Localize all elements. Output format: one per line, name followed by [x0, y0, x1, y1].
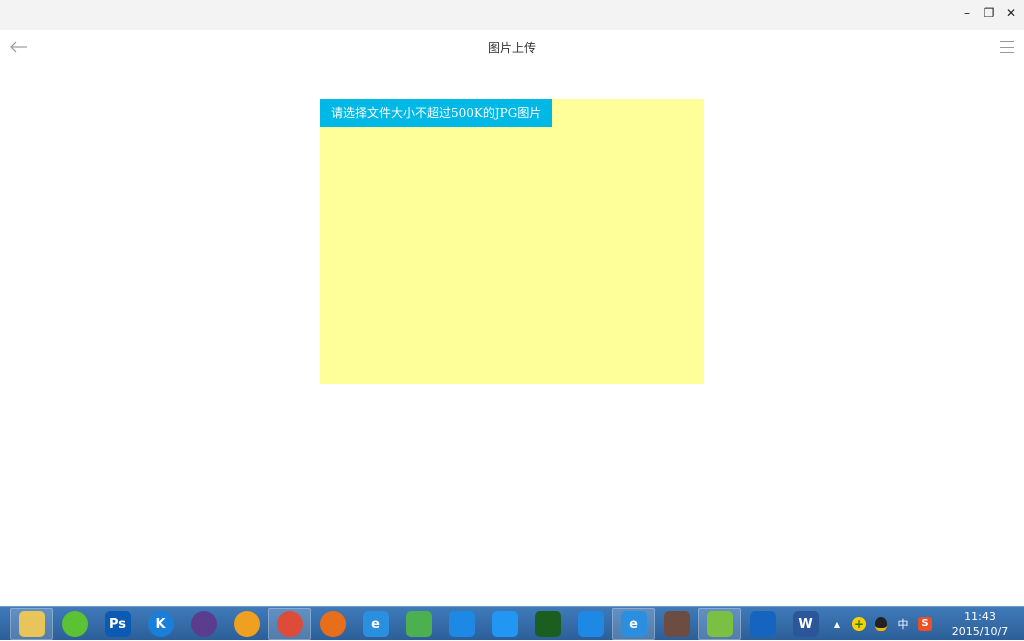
internet-explorer-icon: e — [362, 611, 389, 637]
taskbar-item[interactable]: K — [139, 608, 182, 640]
remote-desktop-icon — [749, 611, 776, 637]
app-gear-icon — [663, 611, 690, 637]
qq-icon[interactable] — [870, 614, 892, 634]
eclipse-icon — [190, 611, 217, 637]
taskbar-item[interactable]: e — [354, 608, 397, 640]
taskbar-item[interactable] — [311, 608, 354, 640]
file-explorer-icon — [18, 611, 45, 637]
taskbar: Ps Ke e W ▲ + 中 S 11:43 2015/10/7 — [0, 606, 1024, 640]
app-header: 图片上传 — [0, 30, 1024, 64]
taskbar-item[interactable] — [10, 608, 53, 640]
taskbar-item[interactable] — [53, 608, 96, 640]
photoshop-icon: Ps — [104, 611, 131, 637]
app-green-leaf-icon — [61, 611, 88, 637]
cloud-icon — [448, 611, 475, 637]
upload-area[interactable]: 请选择文件大小不超过500K的JPG图片 — [320, 99, 704, 384]
eye-app-icon — [534, 611, 561, 637]
taskbar-item[interactable] — [268, 608, 311, 640]
window-controls: – ❐ ✕ — [960, 6, 1018, 20]
taskbar-item[interactable] — [569, 608, 612, 640]
window-titlebar: – ❐ ✕ — [0, 0, 1024, 30]
chrome-icon — [276, 611, 303, 637]
close-button[interactable]: ✕ — [1004, 6, 1018, 20]
select-file-button[interactable]: 请选择文件大小不超过500K的JPG图片 — [320, 99, 553, 127]
baidu-cloud-icon — [491, 611, 518, 637]
tray-expand-icon[interactable]: ▲ — [826, 614, 848, 634]
taskbar-app-list: Ps Ke e W — [10, 608, 827, 640]
input-method-indicator[interactable]: 中 — [892, 614, 914, 634]
app-green-arrows-icon — [405, 611, 432, 637]
taskbar-item[interactable]: e — [612, 608, 655, 640]
taskbar-item[interactable]: Ps — [96, 608, 139, 640]
hamburger-menu-icon[interactable] — [1000, 40, 1014, 54]
taskbar-item[interactable] — [225, 608, 268, 640]
page-title: 图片上传 — [487, 41, 536, 55]
minimize-button[interactable]: – — [960, 6, 974, 20]
taskbar-item[interactable] — [483, 608, 526, 640]
sogou-input-icon[interactable]: S — [914, 614, 936, 634]
taskbar-item[interactable]: W — [784, 608, 827, 640]
taskbar-item[interactable] — [526, 608, 569, 640]
kugou-icon: K — [147, 611, 174, 637]
internet-explorer-2-icon: e — [620, 611, 647, 637]
clock-date: 2015/10/7 — [951, 625, 1009, 638]
taskbar-item[interactable] — [655, 608, 698, 640]
main-content: 请选择文件大小不超过500K的JPG图片 — [0, 64, 1024, 606]
firefox-icon — [319, 611, 346, 637]
taskbar-item[interactable] — [397, 608, 440, 640]
word-icon: W — [792, 611, 819, 637]
clock-time: 11:43 — [964, 610, 996, 623]
tray-app-plus-icon[interactable]: + — [848, 614, 870, 634]
taskbar-item[interactable] — [741, 608, 784, 640]
taskbar-item[interactable] — [698, 608, 741, 640]
taskbar-item[interactable] — [440, 608, 483, 640]
system-clock[interactable]: 11:43 2015/10/7 — [936, 609, 1024, 639]
taskbar-item[interactable] — [182, 608, 225, 640]
pen-app-icon — [577, 611, 604, 637]
system-tray: ▲ + 中 S 11:43 2015/10/7 — [826, 607, 1024, 641]
app-colorful-ball-icon — [233, 611, 260, 637]
wechat-icon — [706, 611, 733, 637]
restore-button[interactable]: ❐ — [982, 6, 996, 20]
